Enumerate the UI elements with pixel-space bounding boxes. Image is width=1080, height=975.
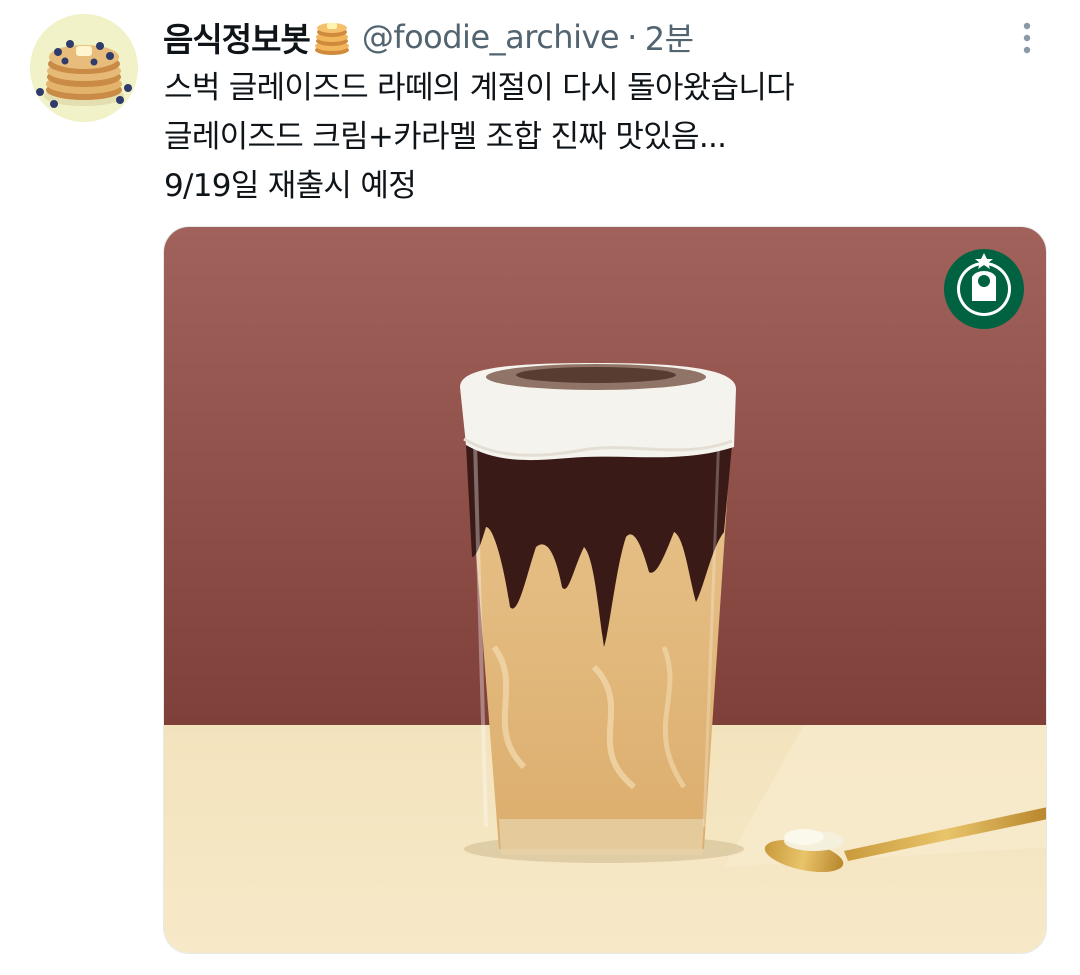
pancakes-emoji-icon bbox=[312, 17, 352, 57]
tweet-timestamp[interactable]: 2분 bbox=[645, 14, 694, 60]
author-display-name[interactable]: 음식정보봇 bbox=[163, 13, 311, 61]
tweet-header: 음식정보봇 @foodie_archive · 2분 bbox=[163, 12, 694, 62]
starbucks-logo-icon bbox=[944, 249, 1024, 329]
tweet-text-line: 글레이즈드 크림+카라멜 조합 진짜 맛있음... bbox=[164, 119, 727, 155]
glazed-latte-photo bbox=[164, 227, 1046, 953]
author-handle[interactable]: @foodie_archive bbox=[362, 18, 620, 56]
tweet-text-line: 9/19일 재출시 예정 bbox=[164, 168, 417, 204]
more-options-button[interactable] bbox=[1010, 18, 1044, 58]
tweet-body: 스벅 글레이즈드 라떼의 계절이 다시 돌아왔습니다 글레이즈드 크림+카라멜 … bbox=[164, 64, 1044, 211]
header-separator: · bbox=[627, 18, 637, 56]
tweet-media-image[interactable] bbox=[163, 226, 1047, 954]
more-vertical-icon bbox=[1023, 22, 1031, 54]
pancake-stack-avatar-icon bbox=[30, 14, 138, 122]
tweet-text-line: 스벅 글레이즈드 라떼의 계절이 다시 돌아왔습니다 bbox=[164, 70, 795, 106]
tweet-card[interactable]: 음식정보봇 @foodie_archive · 2분 스벅 글레이즈드 라떼의 … bbox=[0, 0, 1080, 975]
author-avatar[interactable] bbox=[30, 14, 138, 122]
